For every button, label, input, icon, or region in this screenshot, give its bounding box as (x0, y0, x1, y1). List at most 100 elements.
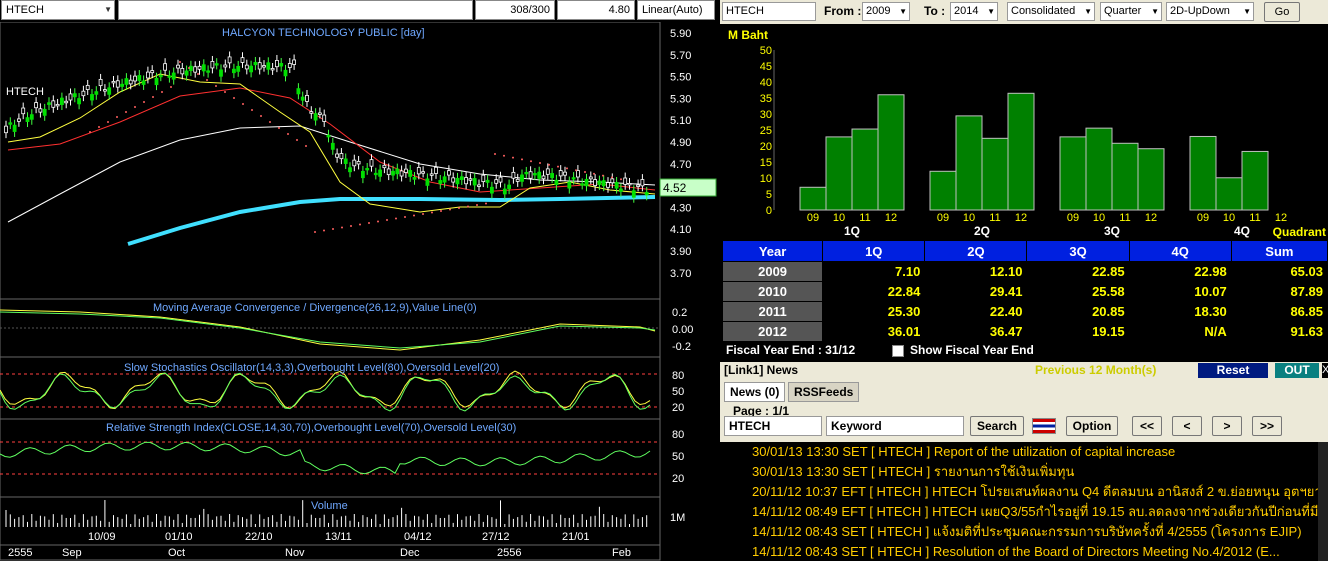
candle-body (300, 96, 305, 101)
basis-select[interactable]: Consolidated ▼ (1007, 2, 1095, 21)
sar-dot (593, 172, 595, 175)
price-tick-label: 5.70 (670, 50, 691, 62)
candle-body (279, 63, 284, 67)
sar-dot (350, 225, 352, 227)
value-cell: 7.10 (822, 261, 926, 282)
candle-body (412, 177, 417, 180)
candle-body (253, 62, 258, 66)
candle-body (494, 179, 499, 184)
candle-body (64, 100, 69, 104)
candle-body (554, 179, 559, 186)
news-item[interactable]: 20/11/12 10:37 EFT [ HTECH ] HTECH โปรยเ… (752, 482, 1318, 502)
stoch-tick-label: 20 (672, 402, 684, 414)
sar-dot (305, 145, 307, 147)
candle-body (524, 171, 529, 175)
to-label: To : (924, 4, 946, 18)
news-symbol-input[interactable]: HTECH (724, 416, 822, 436)
candle-body (408, 170, 413, 177)
language-flag-icon[interactable] (1032, 418, 1056, 434)
candle-body (158, 74, 163, 78)
next-page-button[interactable]: > (1212, 416, 1242, 436)
prev-page-button[interactable]: < (1172, 416, 1202, 436)
tab-rssfeeds[interactable]: RSSFeeds (788, 382, 860, 402)
news-item[interactable]: 14/11/12 08:49 EFT [ HTECH ] HTECH เผยQ3… (752, 502, 1318, 522)
period-value: Quarter (1104, 5, 1142, 17)
x-tick-label: 10 (833, 212, 845, 224)
stoch-title: Slow Stochastics Oscillator(14,3,3),Over… (124, 362, 499, 374)
candle-body (335, 153, 340, 158)
option-button[interactable]: Option (1066, 416, 1118, 436)
y-tick-label: 30 (760, 109, 772, 121)
candle-body (391, 170, 395, 176)
financial-table: Year 1Q 2Q 3Q 4Q Sum 2009 7.10 12.10 22.85 22.98 6… (721, 240, 1328, 342)
candle-body (103, 89, 107, 92)
macd-tick-label: 0.00 (672, 324, 693, 336)
bar (851, 128, 879, 211)
value-cell: 22.40 (924, 301, 1028, 322)
candle-body (60, 97, 64, 105)
show-fiscal-label: Show Fiscal Year End (910, 343, 1034, 357)
candle-body (77, 98, 81, 105)
last-page-button[interactable]: >> (1252, 416, 1282, 436)
year-cell: 2011 (721, 301, 824, 322)
candle-body (231, 68, 236, 74)
scale-selector[interactable]: Linear(Auto) (637, 0, 715, 20)
sar-dot (188, 67, 190, 69)
x-tick-label: 11 (1249, 212, 1260, 224)
to-year-select[interactable]: 2014 ▼ (950, 2, 998, 21)
keyword-input[interactable]: Keyword (826, 416, 964, 436)
year-cell: 2012 (721, 321, 824, 342)
bar (1241, 150, 1269, 211)
candle-body (563, 171, 567, 176)
sar-dot (269, 121, 271, 123)
candle-body (373, 172, 378, 176)
y-tick-label: 35 (760, 93, 772, 105)
price-tick-label: 5.30 (670, 93, 691, 105)
candle-body (240, 57, 245, 63)
last-price-label: 4.52 (663, 181, 687, 195)
news-scrollbar[interactable] (1318, 442, 1328, 561)
table-header-row: Year 1Q 2Q 3Q 4Q Sum (721, 240, 1328, 262)
close-button[interactable]: X (1322, 363, 1328, 378)
period-select[interactable]: Quarter ▼ (1100, 2, 1162, 21)
value-cell: 25.30 (822, 301, 926, 322)
out-button[interactable]: OUT (1275, 363, 1319, 378)
x-month-label: Sep (62, 547, 82, 559)
go-button[interactable]: Go (1264, 2, 1300, 22)
sar-dot (485, 202, 487, 205)
sar-dot (548, 163, 550, 166)
sar-dot (179, 61, 181, 63)
stoch-d-line (0, 372, 651, 412)
from-year-select[interactable]: 2009 ▼ (862, 2, 910, 21)
x-month-label: 2555 (8, 547, 32, 559)
chevron-down-icon: ▼ (987, 7, 995, 16)
news-item[interactable]: 14/11/12 08:43 SET [ HTECH ] Resolution … (752, 542, 1318, 561)
chevron-down-icon[interactable]: ▼ (104, 1, 112, 19)
news-item[interactable]: 14/11/12 08:43 SET [ HTECH ] แจ้งมติที่ป… (752, 522, 1318, 542)
candle-body (485, 179, 490, 183)
value-cell: 18.30 (1128, 301, 1232, 322)
candle-body (558, 170, 563, 177)
view-select[interactable]: 2D-UpDown ▼ (1166, 2, 1254, 21)
search-button[interactable]: Search (970, 416, 1024, 436)
price-chart[interactable]: 5.905.705.505.305.104.904.704.504.304.10… (0, 22, 718, 561)
price-tick-label: 4.90 (670, 137, 691, 149)
show-fiscal-checkbox[interactable] (892, 345, 904, 357)
news-item[interactable]: 30/01/13 13:30 SET [ HTECH ] Report of t… (752, 442, 1318, 462)
bar (955, 115, 983, 211)
candle-body (274, 60, 279, 68)
tab-news[interactable]: News (0) (724, 382, 786, 402)
candle-body (21, 107, 26, 115)
x-date-label: 21/01 (562, 531, 590, 543)
candle-body (98, 78, 103, 87)
first-page-button[interactable]: << (1132, 416, 1162, 436)
symbol-selector[interactable]: HTECH ▼ (1, 0, 115, 20)
value-cell: 91.63 (1230, 321, 1328, 342)
news-item[interactable]: 30/01/13 13:30 SET [ HTECH ] รายงานการใช… (752, 462, 1318, 482)
candle-body (219, 69, 223, 77)
reset-button[interactable]: Reset (1198, 363, 1268, 378)
sar-dot (197, 73, 199, 75)
stock-chart-panel: HTECH ▼ 308/300 4.80 Linear(Auto) 5.90 5.… (0, 0, 718, 561)
candle-body (38, 108, 43, 113)
fin-symbol-select[interactable]: HTECH (722, 2, 816, 21)
